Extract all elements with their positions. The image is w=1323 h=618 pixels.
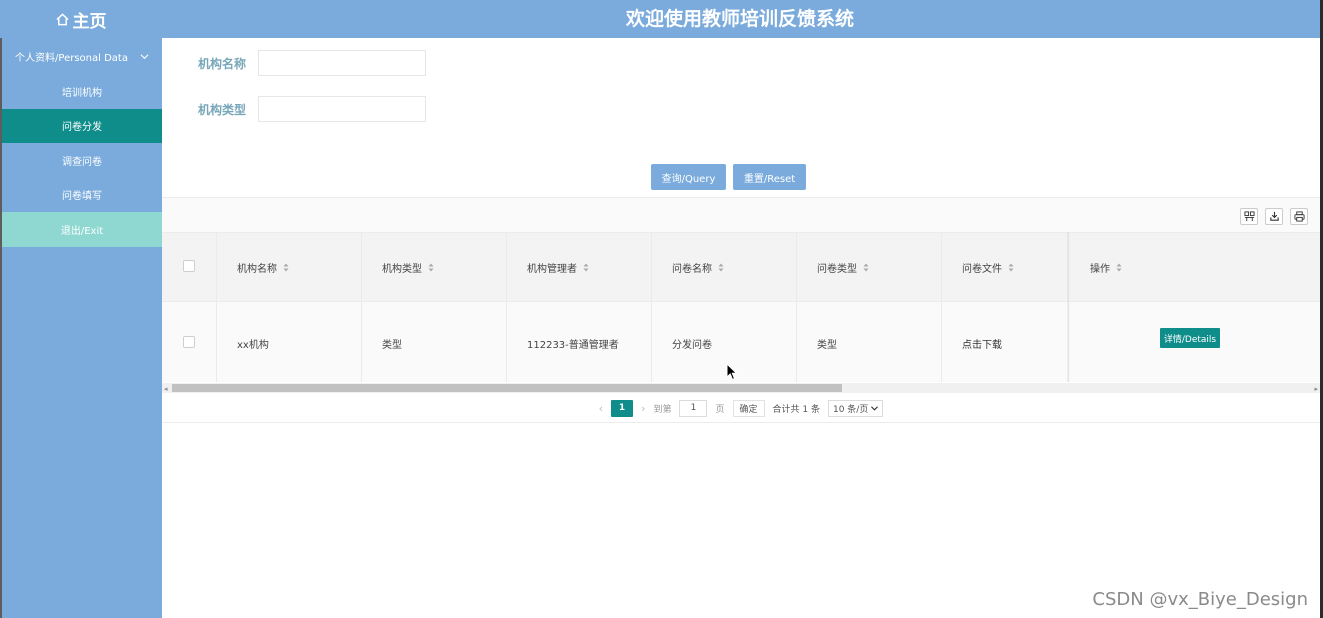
table-header [162,232,1320,302]
goto-prefix: 到第 [653,404,672,415]
sort-icon [283,263,289,272]
details-button[interactable]: 详情/Details [1160,328,1220,348]
chevron-down-icon [140,53,149,59]
sidebar-item-questionnaire-fill[interactable]: 问卷填写 [2,178,162,213]
scrollbar-thumb[interactable] [172,384,842,392]
columns-toggle-icon[interactable] [1240,208,1258,225]
query-button[interactable]: 查询/Query [651,164,726,190]
column-header-label: 机构管理者 [527,264,577,275]
export-icon[interactable] [1265,208,1283,225]
institution-name-input[interactable] [258,50,426,76]
sidebar-group-label: 个人资料/Personal Data [15,52,128,64]
scroll-right-icon[interactable]: ▸ [1314,385,1318,393]
reset-button[interactable]: 重置/Reset [733,164,806,190]
sidebar-item-label: 问卷填写 [62,191,102,203]
sidebar-item-exit[interactable]: 退出/Exit [2,212,162,247]
table-row [162,302,1320,382]
column-header-label: 问卷名称 [672,264,712,275]
table-toolbar [162,197,1320,233]
column-divider [216,232,217,382]
sort-icon [583,263,589,272]
sidebar-item-label: 问卷分发 [62,122,102,134]
page-number-current[interactable]: 1 [611,399,634,417]
sort-icon [1008,263,1014,272]
top-header: 主页 欢迎使用教师培训反馈系统 [0,0,1323,38]
chevron-down-icon [871,405,879,411]
watermark: CSDN @vx_Biye_Design [1092,589,1308,610]
total-count: 合计共 1 条 [772,404,820,415]
sidebar-item-label: 退出/Exit [60,225,104,237]
column-divider [796,232,797,382]
column-header-institution-type[interactable]: 机构类型 [382,260,434,275]
column-header-label: 问卷类型 [817,264,857,275]
search-row-institution-type: 机构类型 [198,96,426,122]
sidebar-item-survey[interactable]: 调查问卷 [2,143,162,178]
column-header-questionnaire-name[interactable]: 问卷名称 [672,260,724,275]
prev-page-icon[interactable]: ‹ [599,402,603,415]
cell-institution-type: 类型 [382,340,402,351]
sort-icon [1116,263,1122,272]
page-size-select[interactable]: 10 条/页 [827,399,884,417]
goto-suffix: 页 [715,404,725,415]
column-divider [361,232,362,382]
fixed-column-shadow [1067,232,1070,382]
cell-questionnaire-name: 分发问卷 [672,340,712,351]
column-divider [506,232,507,382]
column-header-label: 机构类型 [382,264,422,275]
sort-icon [863,263,869,272]
print-icon[interactable] [1290,208,1308,225]
sidebar-item-questionnaire-distribution[interactable]: 问卷分发 [2,108,162,143]
sidebar-item-training-institution[interactable]: 培训机构 [2,74,162,109]
next-page-icon[interactable]: › [641,402,645,415]
institution-name-label: 机构名称 [198,56,247,71]
horizontal-scrollbar[interactable]: ◂ ▸ [162,383,1320,393]
pagination: ‹ 1 › 到第 1 页 确定 合计共 1 条 10 条/页 [162,394,1320,423]
cell-institution-manager: 112233-普通管理者 [527,340,619,351]
main-content: 机构名称 机构类型 查询/Query 重置/Reset 机构名称 机构类型 机构… [162,38,1320,618]
column-header-label: 问卷文件 [962,264,1002,275]
goto-page-input[interactable]: 1 [679,399,708,417]
sidebar-item-label: 调查问卷 [62,156,102,168]
institution-type-label: 机构类型 [198,102,247,117]
search-row-institution-name: 机构名称 [198,50,426,76]
sidebar: 个人资料/Personal Data 培训机构 问卷分发 调查问卷 问卷填写 退… [0,38,162,618]
cell-questionnaire-type: 类型 [817,340,837,351]
cell-institution-name: xx机构 [237,340,269,351]
page-title: 欢迎使用教师培训反馈系统 [625,8,854,30]
column-header-institution-manager[interactable]: 机构管理者 [527,260,589,275]
home-label: 主页 [72,11,107,32]
app-window: 主页 欢迎使用教师培训反馈系统 个人资料/Personal Data 培训机构 … [0,0,1323,618]
sidebar-item-label: 培训机构 [62,87,102,99]
sort-icon [718,263,724,272]
row-checkbox[interactable] [183,336,195,348]
column-header-questionnaire-file[interactable]: 问卷文件 [962,260,1014,275]
select-all-checkbox[interactable] [183,260,195,272]
page-size-value: 10 条/页 [832,404,869,415]
column-header-actions[interactable]: 操作 [1090,260,1122,275]
column-header-questionnaire-type[interactable]: 问卷类型 [817,260,869,275]
column-divider [941,232,942,382]
goto-confirm-button[interactable]: 确定 [732,399,765,417]
column-header-label: 操作 [1090,264,1110,275]
sidebar-group-personal-data[interactable]: 个人资料/Personal Data [2,38,162,74]
column-divider [651,232,652,382]
mouse-cursor-icon [726,363,738,381]
home-icon [55,12,69,25]
sort-icon [428,263,434,272]
data-table [162,232,1320,382]
institution-type-input[interactable] [258,96,426,122]
download-link[interactable]: 点击下载 [962,336,1002,351]
home-link[interactable]: 主页 [0,0,162,38]
column-header-institution-name[interactable]: 机构名称 [237,260,289,275]
column-header-label: 机构名称 [237,264,277,275]
scroll-left-icon[interactable]: ◂ [164,385,168,393]
